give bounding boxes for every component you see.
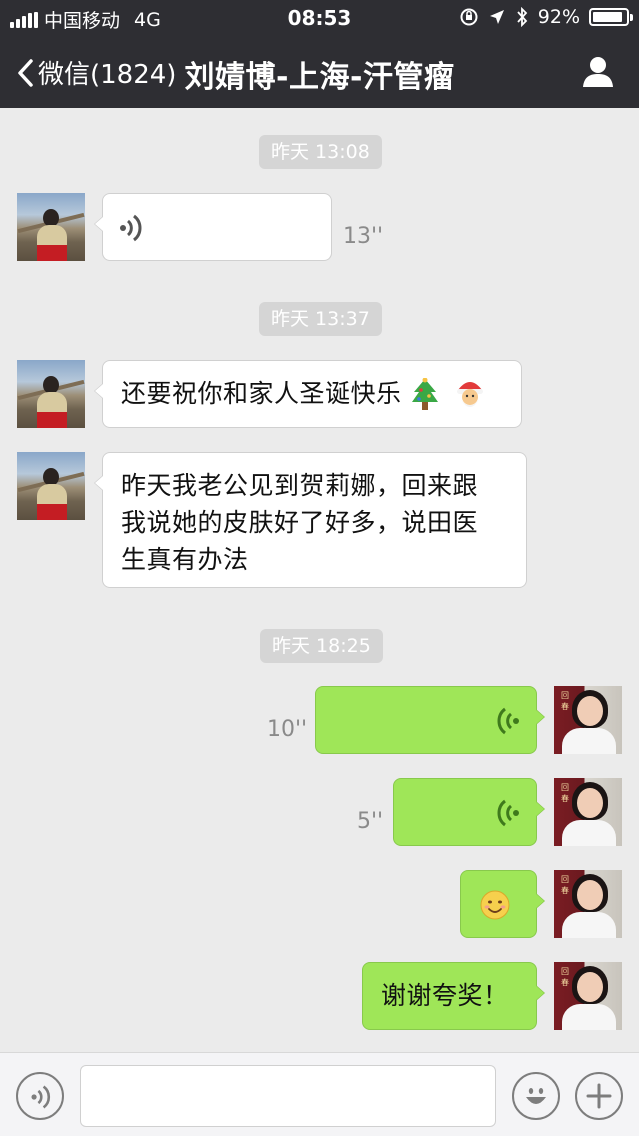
message-timestamp: 昨天 18:25 bbox=[260, 629, 383, 663]
voice-icon bbox=[31, 1085, 51, 1109]
battery-percent: 92% bbox=[537, 6, 580, 28]
message-input[interactable] bbox=[80, 1065, 496, 1127]
my-avatar[interactable]: 回春 bbox=[554, 870, 622, 938]
message-text-line: 我说她的皮肤好了好多，说田医 bbox=[121, 508, 479, 537]
message-text-line: 昨天我老公见到贺莉娜，回来跟 bbox=[121, 471, 479, 500]
voice-message-bubble[interactable] bbox=[393, 778, 545, 846]
voice-wave-icon bbox=[497, 707, 519, 735]
avatar-sign-text: 回春 bbox=[561, 967, 569, 987]
voice-duration: 5'' bbox=[357, 809, 384, 834]
my-avatar[interactable]: 回春 bbox=[554, 962, 622, 1030]
message-timestamp: 昨天 13:08 bbox=[259, 135, 382, 169]
santa-face-icon bbox=[457, 382, 484, 407]
rotation-lock-icon bbox=[460, 8, 478, 26]
voice-message-bubble[interactable] bbox=[315, 686, 545, 754]
battery-icon bbox=[589, 8, 633, 26]
text-message-bubble[interactable]: 昨天我老公见到贺莉娜，回来跟 我说她的皮肤好了好多，说田医 生真有办法 bbox=[94, 452, 527, 588]
message-text: 昨天我老公见到贺莉娜，回来跟 我说她的皮肤好了好多，说田医 生真有办法 bbox=[121, 467, 516, 578]
message-text: 还要祝你和家人圣诞快乐 bbox=[121, 379, 402, 408]
voice-duration: 10'' bbox=[267, 717, 308, 742]
location-arrow-icon bbox=[489, 10, 504, 24]
text-message-bubble[interactable]: 谢谢夸奖！ bbox=[362, 962, 545, 1030]
plus-icon bbox=[586, 1083, 612, 1109]
message-text: 谢谢夸奖！ bbox=[381, 981, 509, 1010]
voice-duration: 13'' bbox=[343, 224, 384, 249]
avatar-sign-text: 回春 bbox=[561, 691, 569, 711]
bluetooth-icon bbox=[517, 7, 528, 27]
text-message-bubble[interactable]: 还要祝你和家人圣诞快乐 bbox=[94, 360, 522, 428]
header: 中国移动 4G 08:53 92% 微信(1824) 刘婧博-上海-汗管瘤 bbox=[0, 0, 639, 108]
battery-level bbox=[593, 12, 622, 22]
navigation-bar: 微信(1824) 刘婧博-上海-汗管瘤 bbox=[0, 40, 639, 106]
person-icon bbox=[583, 57, 613, 87]
my-avatar[interactable]: 回春 bbox=[554, 686, 622, 754]
my-avatar[interactable]: 回春 bbox=[554, 778, 622, 846]
emoji-message-bubble[interactable] bbox=[460, 870, 545, 938]
status-bar: 中国移动 4G 08:53 92% bbox=[0, 0, 639, 36]
message-text-line: 生真有办法 bbox=[121, 545, 249, 574]
christmas-tree-icon bbox=[411, 378, 438, 410]
chat-title: 刘婧博-上海-汗管瘤 bbox=[184, 60, 455, 95]
chat-info-button[interactable] bbox=[581, 54, 615, 92]
avatar-sign-text: 回春 bbox=[561, 875, 569, 895]
contact-avatar[interactable] bbox=[17, 193, 85, 261]
voice-wave-icon bbox=[120, 214, 142, 242]
smiling-face-icon bbox=[480, 890, 510, 920]
voice-toggle-button[interactable] bbox=[16, 1072, 64, 1120]
contact-avatar[interactable] bbox=[17, 360, 85, 428]
avatar-sign-text: 回春 bbox=[561, 783, 569, 803]
message-timestamp: 昨天 13:37 bbox=[259, 302, 382, 336]
voice-message-bubble[interactable] bbox=[94, 193, 332, 261]
emoji-icon bbox=[526, 1088, 546, 1104]
emoji-button[interactable] bbox=[512, 1072, 560, 1120]
voice-wave-icon bbox=[497, 799, 519, 827]
contact-avatar[interactable] bbox=[17, 452, 85, 520]
more-button[interactable] bbox=[575, 1072, 623, 1120]
input-bar bbox=[0, 1052, 639, 1136]
